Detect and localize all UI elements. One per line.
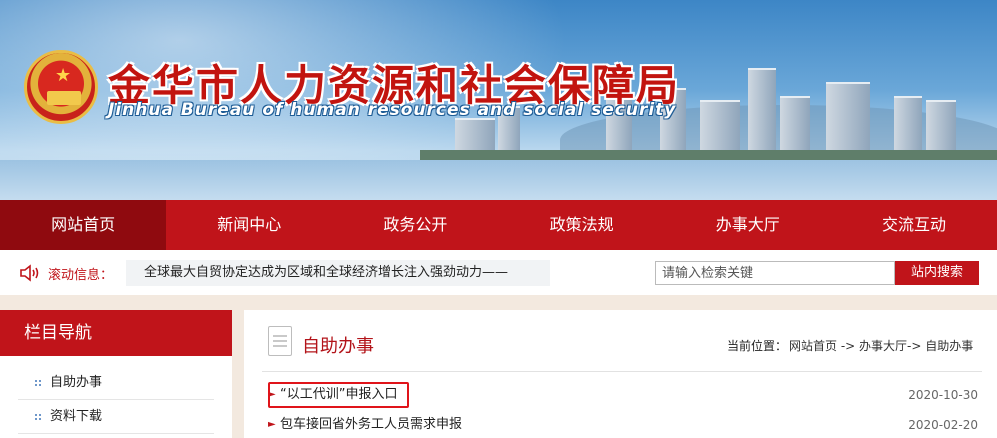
breadcrumb-label: 当前位置： — [727, 339, 788, 353]
list-item-date: 2020-02-20 — [908, 418, 978, 432]
sidebar-item-label[interactable]: 自助办事 — [50, 375, 102, 390]
nav-item-home[interactable]: 网站首页 — [0, 200, 167, 250]
page-title: 自助办事 — [302, 336, 374, 357]
building — [826, 82, 870, 156]
search-input[interactable] — [655, 261, 895, 285]
document-icon — [268, 326, 292, 356]
ticker-text[interactable]: 全球最大自贸协定达成为区域和全球经济增长注入强劲动力—— — [144, 265, 508, 280]
list-item[interactable]: ► 包车接回省外务工人员需求申报 2020-02-20 — [266, 414, 982, 436]
star-icon: ★ — [55, 65, 72, 86]
national-emblem-icon: ★ — [24, 50, 98, 124]
main-nav: 网站首页 新闻中心 政务公开 政策法规 办事大厅 交流互动 — [0, 200, 997, 250]
nav-item-policies[interactable]: 政策法规 — [499, 200, 665, 250]
list-item-date: 2020-10-30 — [908, 388, 978, 402]
divider — [262, 371, 982, 372]
grid-bullet-icon — [34, 379, 42, 387]
sidebar-item-downloads[interactable]: 资料下载 — [18, 400, 214, 434]
building — [700, 100, 740, 156]
nav-item-government-affairs[interactable]: 政务公开 — [332, 200, 498, 250]
nav-item-service-hall[interactable]: 办事大厅 — [665, 200, 831, 250]
sidebar-item-label[interactable]: 资料下载 — [50, 409, 102, 424]
speaker-icon — [20, 264, 39, 282]
search-button[interactable]: 站内搜索 — [895, 261, 979, 285]
news-ticker[interactable]: 全球最大自贸协定达成为区域和全球经济增长注入强劲动力—— — [126, 260, 550, 286]
grid-bullet-icon — [34, 413, 42, 421]
arrow-bullet-icon: ► — [268, 419, 276, 430]
breadcrumb[interactable]: 网站首页 -> 办事大厅-> 自助办事 — [789, 337, 973, 354]
list-item-link[interactable]: 包车接回省外务工人员需求申报 — [280, 414, 462, 436]
sidebar-heading: 栏目导航 — [0, 310, 232, 356]
scroll-info-label: 滚动信息： — [48, 268, 114, 283]
building — [894, 96, 922, 156]
nav-item-news[interactable]: 新闻中心 — [166, 200, 332, 250]
highlight-annotation — [268, 382, 409, 408]
building — [926, 100, 956, 156]
nav-item-interaction[interactable]: 交流互动 — [831, 200, 997, 250]
sidebar-item-self-service[interactable]: 自助办事 — [18, 366, 214, 400]
site-title-english: Jinhua Bureau of human resources and soc… — [108, 100, 677, 120]
building — [780, 96, 810, 156]
gate-icon — [47, 91, 81, 105]
building — [748, 68, 776, 156]
river — [0, 160, 997, 200]
